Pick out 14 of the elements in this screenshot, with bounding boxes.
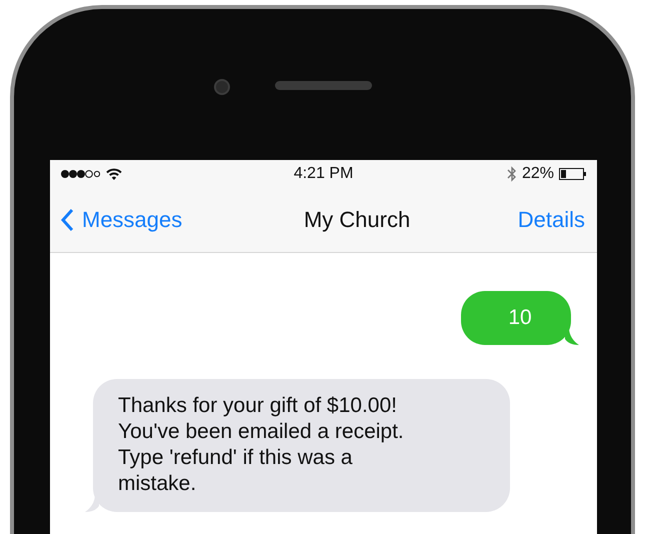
- bluetooth-icon: [506, 166, 517, 182]
- sent-message-bubble: 10: [461, 291, 571, 345]
- camera-icon: [214, 79, 230, 95]
- wifi-icon: [106, 168, 122, 180]
- battery-icon: [559, 168, 587, 180]
- bubble-tail: [565, 329, 579, 345]
- status-time: 4:21 PM: [294, 165, 354, 183]
- received-message-bubble: Thanks for your gift of $10.00! You've been emailed a receipt. Type 'refund' if this was a mistake.: [93, 379, 510, 512]
- details-button[interactable]: Details: [518, 207, 585, 233]
- signal-icon: [60, 169, 100, 179]
- battery-percent: 22%: [522, 165, 554, 183]
- conversation-title: My Church: [304, 207, 410, 233]
- back-button[interactable]: Messages: [60, 207, 182, 233]
- back-chevron-icon: [60, 208, 74, 232]
